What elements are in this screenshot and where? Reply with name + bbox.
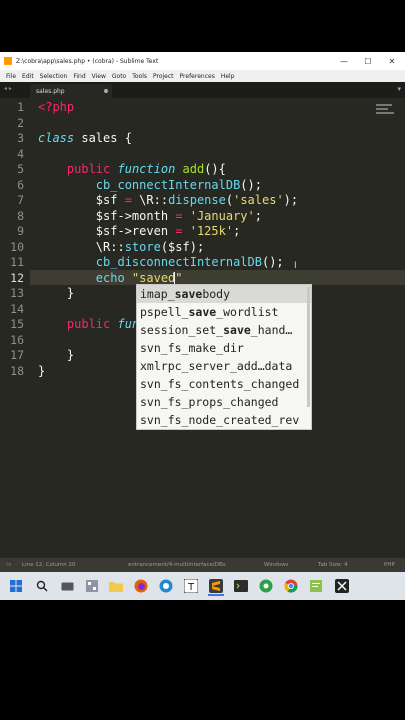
- sublime-window: Z:\cobra\app\sales.php • (cobra) - Subli…: [0, 52, 405, 600]
- code-line-8: $sf->month = 'January';: [38, 208, 262, 223]
- status-line-endings[interactable]: Windows: [264, 562, 289, 568]
- line-number: 11: [10, 255, 24, 269]
- menu-file[interactable]: File: [6, 73, 16, 80]
- line-number: 8: [17, 208, 24, 223]
- green-app-icon[interactable]: [258, 578, 274, 594]
- file-explorer-icon[interactable]: [84, 578, 100, 594]
- code-line-5: public function add(){: [66, 162, 226, 176]
- menu-view[interactable]: View: [92, 73, 106, 80]
- autocomplete-item[interactable]: session_set_save_hand…: [137, 321, 311, 339]
- autocomplete-item[interactable]: svn_fs_make_dir: [137, 339, 311, 357]
- line-number: 9: [17, 224, 24, 238]
- title-bar: Z:\cobra\app\sales.php • (cobra) - Subli…: [0, 52, 405, 70]
- minimap[interactable]: [376, 102, 396, 120]
- code-line-11: cb_disconnectInternalDB();: [38, 255, 284, 269]
- line-number-gutter: 1 2 3 4 5 6 7 8 9 10 11 12 13 14 15 16 1…: [0, 100, 30, 440]
- tab-bar: ◂ ▸ sales.php ▾: [0, 82, 405, 98]
- menu-goto[interactable]: Goto: [112, 73, 126, 80]
- code-line-17: }: [38, 348, 75, 362]
- minimize-button[interactable]: —: [332, 52, 356, 70]
- menu-selection[interactable]: Selection: [40, 73, 68, 80]
- line-number: 16: [10, 332, 24, 347]
- tab-menu-icon[interactable]: ▾: [397, 85, 401, 93]
- svg-text:T: T: [187, 582, 195, 593]
- menu-tools[interactable]: Tools: [132, 73, 147, 80]
- code-line-6: cb_connectInternalDB();: [38, 177, 262, 192]
- autocomplete-item[interactable]: svn_fs_props_changed: [137, 393, 311, 411]
- code-line-9: $sf->reven = '125k';: [38, 224, 241, 238]
- folder-icon[interactable]: [108, 578, 124, 594]
- chrome-icon[interactable]: [283, 578, 299, 594]
- menu-preferences[interactable]: Preferences: [180, 73, 215, 80]
- maximize-button[interactable]: ☐: [356, 52, 380, 70]
- line-number: 4: [17, 146, 24, 161]
- menu-help[interactable]: Help: [221, 73, 235, 80]
- x-app-icon[interactable]: [334, 578, 350, 594]
- status-panel-icon[interactable]: ▭: [6, 562, 11, 568]
- sublime-app-icon: [4, 57, 12, 65]
- autocomplete-item[interactable]: svn_fs_node_created_rev: [137, 411, 311, 429]
- windows-taskbar: T: [0, 572, 405, 600]
- status-position[interactable]: Line 12, Column 20: [22, 562, 76, 568]
- code-line-15: public fun: [66, 317, 140, 331]
- code-line-13: }: [38, 286, 75, 300]
- status-branch[interactable]: entrancement/4-multiinterface/DBs: [128, 562, 226, 568]
- sublime-text-icon[interactable]: [208, 578, 224, 596]
- autocomplete-scrollbar[interactable]: [307, 287, 310, 407]
- menu-find[interactable]: Find: [73, 73, 85, 80]
- line-number: 7: [17, 193, 24, 207]
- windows-start-icon[interactable]: [8, 578, 24, 594]
- word-icon[interactable]: T: [183, 578, 199, 594]
- status-bar: ▭ Line 12, Column 20 entrancement/4-mult…: [0, 558, 405, 572]
- line-number: 14: [10, 301, 24, 316]
- line-number: 18: [10, 363, 24, 378]
- line-number: 5: [17, 162, 24, 176]
- line-number: 6: [17, 177, 24, 192]
- tab-nav-arrows[interactable]: ◂ ▸: [4, 85, 12, 92]
- status-syntax[interactable]: PHP: [384, 562, 395, 568]
- code-line-7: $sf = \R::dispense('sales');: [38, 193, 299, 207]
- code-line-10: \R::store($sf);: [38, 239, 205, 254]
- line-number: 3: [17, 131, 24, 145]
- code-line-18: }: [38, 363, 46, 378]
- autocomplete-popup[interactable]: imap_savebody pspell_save_wordlist sessi…: [136, 284, 312, 430]
- line-number: 17: [10, 348, 24, 362]
- firefox-icon[interactable]: [133, 578, 149, 594]
- terminal-icon[interactable]: [233, 578, 249, 594]
- search-icon[interactable]: [34, 578, 50, 594]
- line-number: 1: [17, 100, 24, 114]
- tab-sales-php[interactable]: sales.php: [30, 84, 112, 98]
- mouse-ibeam-icon: I: [294, 261, 297, 271]
- status-tab-size[interactable]: Tab Size: 4: [318, 562, 347, 568]
- edge-icon[interactable]: [158, 578, 174, 594]
- line-number: 10: [10, 239, 24, 254]
- menu-edit[interactable]: Edit: [22, 73, 34, 80]
- menu-project[interactable]: Project: [153, 73, 174, 80]
- line-number: 15: [10, 317, 24, 331]
- code-line-1: <?php: [38, 100, 75, 114]
- autocomplete-item[interactable]: svn_fs_contents_changed: [137, 375, 311, 393]
- unsaved-dot-icon[interactable]: [104, 89, 108, 93]
- autocomplete-item[interactable]: imap_savebody: [137, 285, 311, 303]
- autocomplete-item[interactable]: pspell_save_wordlist: [137, 303, 311, 321]
- task-view-icon[interactable]: [59, 578, 75, 594]
- line-number: 13: [10, 286, 24, 300]
- autocomplete-item[interactable]: xmlrpc_server_add…data: [137, 357, 311, 375]
- notepad-plus-icon[interactable]: [308, 578, 324, 594]
- window-title: Z:\cobra\app\sales.php • (cobra) - Subli…: [16, 57, 159, 65]
- line-number: 12: [10, 270, 24, 285]
- code-line-3: class sales {: [38, 131, 132, 145]
- menu-bar: File Edit Selection Find View Goto Tools…: [0, 70, 405, 82]
- close-button[interactable]: ✕: [380, 52, 404, 70]
- tab-label: sales.php: [36, 87, 65, 95]
- line-number: 2: [17, 115, 24, 130]
- code-editor[interactable]: <?php class sales { public function add(…: [38, 100, 298, 378]
